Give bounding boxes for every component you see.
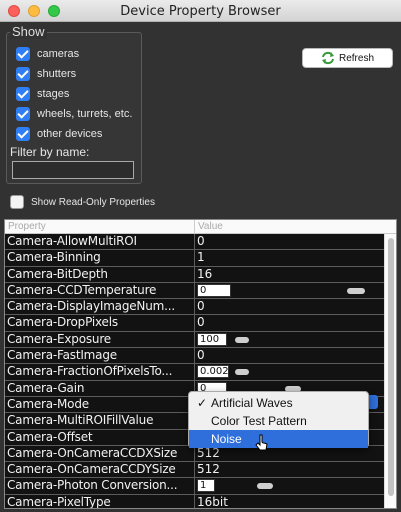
checkbox-checked-icon[interactable] (16, 107, 30, 121)
option-color-test-pattern[interactable]: Color Test Pattern (189, 412, 368, 430)
property-name-cell: Camera-FractionOfPixelsTo... (5, 364, 195, 380)
table-row[interactable]: Camera-AllowMultiROI 0 (5, 234, 396, 251)
property-value-cell[interactable]: 0 (195, 348, 396, 363)
option-noise[interactable]: Noise (189, 430, 368, 448)
property-value-cell[interactable]: 0 (195, 315, 396, 330)
property-name-cell: Camera-Mode (5, 396, 195, 413)
property-name-cell: Camera-Photon Conversion... (5, 478, 195, 494)
property-name-cell: Camera-DisplayImageNum... (5, 299, 195, 315)
property-value-cell[interactable]: 1 (195, 250, 396, 265)
checkbox-cameras[interactable]: cameras (16, 46, 79, 62)
option-label: Artificial Waves (211, 396, 293, 410)
checkbox-wheels-turrets[interactable]: wheels, turrets, etc. (16, 106, 132, 122)
filter-label: Filter by name: (10, 145, 90, 159)
refresh-button[interactable]: Refresh (302, 48, 393, 68)
show-group-label: Show (10, 24, 47, 39)
property-name-cell: Camera-Gain (5, 380, 195, 396)
table-row[interactable]: Camera-DropPixels 0 (5, 315, 396, 332)
checkbox-checked-icon[interactable] (16, 67, 30, 81)
value-slider[interactable] (347, 287, 365, 294)
property-table: Property Value Camera-AllowMultiROI 0 Came… (4, 219, 397, 509)
table-row[interactable]: Camera-OnCameraCCDYSize 512 (5, 462, 396, 479)
checkbox-label: wheels, turrets, etc. (37, 108, 133, 120)
property-value-cell[interactable]: 16bit (195, 495, 396, 508)
read-only-label: Show Read-Only Properties (31, 196, 155, 208)
property-name-cell: Camera-Exposure (5, 331, 195, 348)
table-row[interactable]: Camera-DisplayImageNum... 0 (5, 299, 396, 316)
checkbox-stages[interactable]: stages (16, 86, 69, 102)
window-title: Device Property Browser (120, 4, 281, 19)
property-name-cell: Camera-BitDepth (5, 266, 195, 282)
checkbox-label: stages (37, 88, 70, 100)
table-row[interactable]: Camera-FastImage 0 (5, 348, 396, 365)
property-value-cell[interactable]: 0 (195, 299, 396, 314)
property-value-cell[interactable]: 0.002 (195, 364, 396, 379)
property-value-cell[interactable]: 512 (195, 446, 396, 461)
property-name-cell: Camera-AllowMultiROI (5, 234, 195, 250)
property-value-cell[interactable]: 512 (195, 462, 396, 477)
property-name-cell: Camera-Offset (5, 429, 195, 445)
mode-dropdown-arrow[interactable] (368, 395, 378, 409)
checkbox-label: cameras (37, 48, 80, 60)
table-row[interactable]: Camera-OnCameraCCDXSize 512 (5, 445, 396, 463)
read-only-checkbox[interactable]: Show Read-Only Properties (10, 195, 155, 209)
filter-by-name-input[interactable] (12, 161, 134, 179)
checkbox-other-devices[interactable]: other devices (16, 126, 102, 142)
table-row[interactable]: Camera-Exposure 100 (5, 331, 396, 349)
property-name-cell: Camera-DropPixels (5, 315, 195, 331)
property-name-cell: Camera-PixelType (5, 494, 195, 508)
table-row[interactable]: Camera-BitDepth 16 (5, 266, 396, 283)
checkbox-shutters[interactable]: shutters (16, 66, 76, 82)
refresh-label: Refresh (338, 52, 374, 64)
pointer-cursor-icon (255, 434, 268, 451)
checkbox-label: shutters (37, 68, 77, 80)
checkmark-icon: ✓ (197, 396, 208, 410)
table-row[interactable]: Camera-FractionOfPixelsTo... 0.002 (5, 364, 396, 381)
mode-dropdown-menu: ✓ Artificial Waves Color Test Pattern No… (188, 391, 369, 448)
column-header-value[interactable]: Value (195, 220, 223, 233)
refresh-icon (321, 51, 334, 65)
table-row[interactable]: Camera-PixelType 16bit (5, 494, 396, 508)
vertical-scrollbar[interactable] (384, 234, 396, 508)
property-name-cell: Camera-OnCameraCCDXSize (5, 445, 195, 462)
property-value-cell[interactable]: 0 (195, 283, 396, 298)
option-label: Color Test Pattern (211, 414, 307, 428)
table-header: Property Value (5, 220, 396, 234)
property-name-cell: Camera-OnCameraCCDYSize (5, 462, 195, 478)
option-label: Noise (211, 432, 242, 446)
property-value-cell[interactable]: 0 (195, 234, 396, 249)
checkbox-unchecked-icon[interactable] (10, 195, 24, 209)
property-value-cell[interactable]: 100 (195, 332, 396, 347)
value-input[interactable]: 0 (197, 283, 231, 297)
property-name-cell: Camera-CCDTemperature (5, 282, 195, 299)
checkbox-checked-icon[interactable] (16, 127, 30, 141)
checkbox-label: other devices (37, 128, 103, 140)
property-value-cell[interactable]: 16 (195, 267, 396, 282)
table-body: Camera-AllowMultiROI 0 Camera-Binning 1 Came… (5, 234, 396, 508)
value-slider[interactable] (235, 369, 249, 376)
table-row[interactable]: Camera-CCDTemperature 0 (5, 282, 396, 300)
option-artificial-waves[interactable]: ✓ Artificial Waves (189, 394, 368, 412)
title-bar: Device Property Browser (0, 0, 401, 22)
checkbox-checked-icon[interactable] (16, 87, 30, 101)
value-input[interactable]: 100 (197, 332, 227, 346)
property-name-cell: Camera-Binning (5, 250, 195, 266)
table-row[interactable]: Camera-Binning 1 (5, 250, 396, 267)
table-row[interactable]: Camera-Photon Conversion... 1 (5, 478, 396, 495)
property-name-cell: Camera-FastImage (5, 348, 195, 364)
property-value-cell[interactable]: 1 (195, 478, 396, 493)
scrollbar-thumb[interactable] (388, 238, 394, 496)
value-input[interactable]: 0.002 (197, 365, 229, 379)
value-input[interactable]: 1 (197, 479, 215, 493)
column-header-property[interactable]: Property (5, 220, 195, 233)
value-slider[interactable] (257, 483, 273, 490)
value-slider[interactable] (235, 336, 249, 343)
property-name-cell: Camera-MultiROIFillValue (5, 413, 195, 429)
checkbox-checked-icon[interactable] (16, 47, 30, 61)
